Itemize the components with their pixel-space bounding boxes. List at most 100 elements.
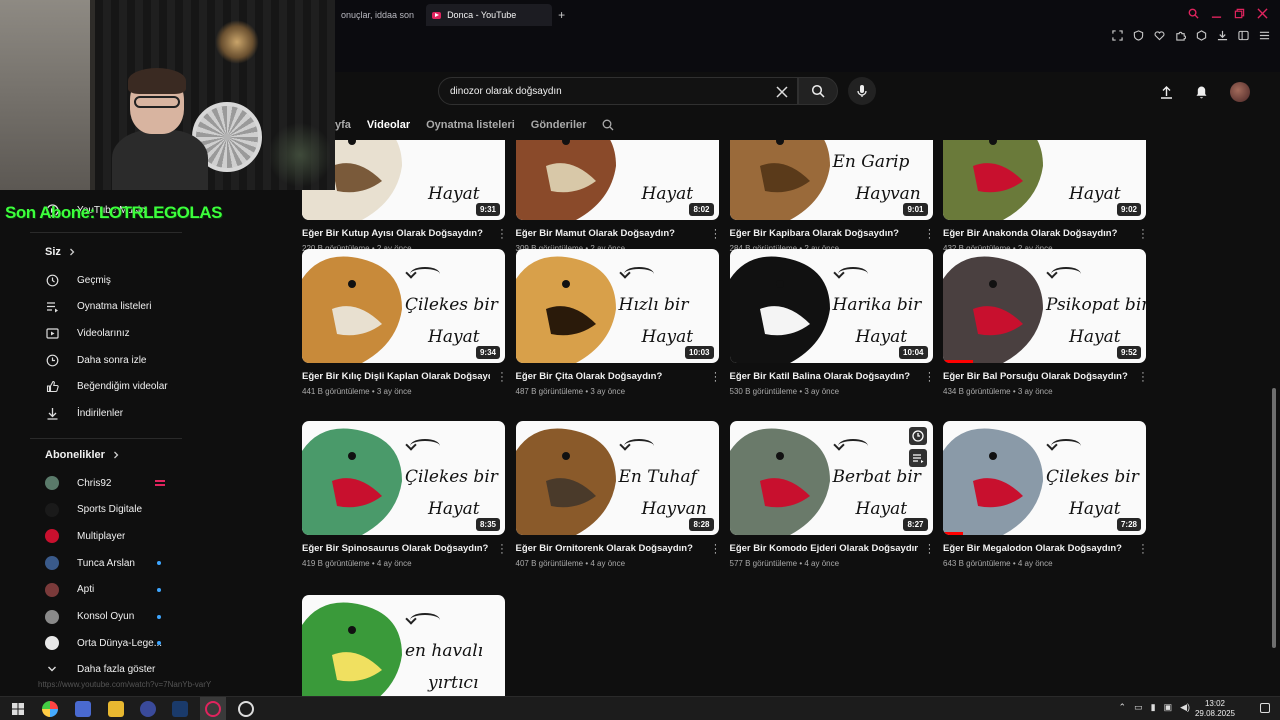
video-thumbnail[interactable]: Berbat bir Hayat 8:27: [729, 421, 933, 535]
account-avatar[interactable]: [1230, 82, 1250, 102]
add-to-queue-icon[interactable]: [908, 449, 927, 467]
video-thumbnail[interactable]: En Garip Hayvan 9:01: [729, 140, 933, 220]
video-card[interactable]: Çilekes bir Hayat 7:28 Eğer Bir Megalodon O…: [943, 421, 1146, 568]
tab-videos[interactable]: Videolar: [367, 119, 410, 131]
clear-search-icon[interactable]: [775, 85, 789, 99]
sidebar-subscription[interactable]: Chris92: [45, 473, 185, 493]
search-tabs-icon[interactable]: [1188, 8, 1199, 19]
sidebar-siz-header[interactable]: Siz: [45, 246, 76, 258]
calculator-icon[interactable]: [75, 701, 91, 717]
video-thumbnail[interactable]: Çilekes bir Hayat 8:35: [302, 421, 505, 535]
tray-network-icon[interactable]: ▣: [1164, 702, 1173, 713]
sidebar-item-download[interactable]: İndirilenler: [45, 404, 185, 424]
video-thumbnail[interactable]: en havalı yırtıcı: [302, 595, 505, 696]
video-thumbnail[interactable]: Hızlı bir Hayat 10:03: [515, 249, 719, 363]
browser-tab-youtube[interactable]: Donca - YouTube: [426, 4, 553, 26]
video-title[interactable]: Eğer Bir Bal Porsuğu Olarak Doğsaydın?: [943, 371, 1131, 382]
video-title[interactable]: Eğer Bir Komodo Ejderi Olarak Doğsaydın?: [730, 543, 918, 554]
minimize-icon[interactable]: [1211, 8, 1222, 19]
sidebar-show-more[interactable]: Daha fazla göster: [45, 659, 185, 679]
sidebar-subscription[interactable]: Tunca Arslan: [45, 553, 185, 573]
taskbar-clock[interactable]: 13:02 29.08.2025: [1190, 699, 1240, 719]
video-card[interactable]: Harika bir Hayat 10:04 Eğer Bir Katil Balin…: [729, 249, 935, 396]
sidebar-item-like[interactable]: Beğendiğim videolar: [45, 377, 185, 397]
video-card[interactable]: Çilekes bir Hayat 9:34 Eğer Bir Kılıç Dişli…: [302, 249, 505, 396]
watch-later-icon[interactable]: [908, 427, 927, 445]
sidebar-toggle-icon[interactable]: [1238, 30, 1249, 41]
video-title[interactable]: Eğer Bir Katil Balina Olarak Doğsaydın?: [730, 371, 918, 382]
sidebar-subscription[interactable]: Konsol Oyun: [45, 607, 185, 627]
video-card[interactable]: Çilekes bir Hayat 8:35 Eğer Bir Spinosaurus…: [302, 421, 505, 568]
obs-icon[interactable]: [238, 701, 254, 717]
video-card[interactable]: Psikopat bir Hayat 9:52 Eğer Bir Bal Porsuğ…: [943, 249, 1146, 396]
more-actions-icon[interactable]: · · ·: [1138, 368, 1148, 387]
voice-search-button[interactable]: [848, 77, 876, 105]
more-actions-icon[interactable]: · · ·: [497, 225, 507, 244]
copilot-icon[interactable]: [42, 701, 58, 717]
video-title[interactable]: Eğer Bir Ornitorenk Olarak Doğsaydın?: [516, 543, 704, 554]
video-title[interactable]: Eğer Bir Anakonda Olarak Doğsaydın?: [943, 228, 1131, 239]
more-actions-icon[interactable]: · · ·: [1138, 540, 1148, 559]
sidebar-subscription[interactable]: Orta Dünya-Lege...: [45, 633, 185, 653]
tab-playlists[interactable]: Oynatma listeleri: [426, 119, 515, 131]
browser-tab-sports[interactable]: onuçlar, iddaa son: [335, 4, 420, 26]
video-card[interactable]: En Garip Hayvan 9:01 Eğer Bir Kapibara Olar…: [729, 140, 935, 253]
video-title[interactable]: Eğer Bir Kapibara Olarak Doğsaydın?: [730, 228, 918, 239]
video-title[interactable]: Eğer Bir Kutup Ayısı Olarak Doğsaydın?: [302, 228, 490, 239]
sidebar-subscriptions-header[interactable]: Abonelikler: [45, 449, 120, 461]
download-icon[interactable]: [1217, 30, 1228, 41]
video-card[interactable]: Hayat 9:02 Eğer Bir Anakonda Olarak Doğsay…: [943, 140, 1146, 253]
video-title[interactable]: Eğer Bir Spinosaurus Olarak Doğsaydın?: [302, 543, 490, 554]
more-actions-icon[interactable]: · · ·: [925, 368, 935, 387]
video-title[interactable]: Eğer Bir Kılıç Dişli Kaplan Olarak Doğsa…: [302, 371, 490, 382]
sidebar-subscription[interactable]: Multiplayer: [45, 526, 185, 546]
file-explorer-icon[interactable]: [108, 701, 124, 717]
video-card[interactable]: Hızlı bir Hayat 10:03 Eğer Bir Çita Olarak …: [515, 249, 719, 396]
video-thumbnail[interactable]: Harika bir Hayat 10:04: [729, 249, 933, 363]
opera-gx-icon[interactable]: [205, 701, 221, 717]
windows-start-icon[interactable]: [10, 701, 26, 717]
scrollbar-thumb[interactable]: [1272, 388, 1276, 648]
extensions-icon[interactable]: [1175, 30, 1186, 41]
video-thumbnail[interactable]: En Tuhaf Hayvan 8:28: [515, 421, 719, 535]
restore-icon[interactable]: [1234, 8, 1245, 19]
sidebar-item-playlist[interactable]: Oynatma listeleri: [45, 297, 185, 317]
notifications-bell-icon[interactable]: [1195, 85, 1208, 99]
new-tab-button[interactable]: +: [558, 8, 565, 22]
video-card[interactable]: en havalı yırtıcı: [302, 595, 505, 696]
steam-icon[interactable]: [172, 701, 188, 717]
search-input[interactable]: dinozor olarak doğsaydın: [438, 77, 798, 105]
more-actions-icon[interactable]: · · ·: [711, 540, 721, 559]
tray-microphone-icon[interactable]: ▮: [1151, 702, 1156, 713]
more-actions-icon[interactable]: · · ·: [925, 540, 935, 559]
video-thumbnail[interactable]: Çilekes bir Hayat 9:34: [302, 249, 505, 363]
channel-search-icon[interactable]: [602, 119, 614, 131]
more-actions-icon[interactable]: · · ·: [497, 368, 507, 387]
video-thumbnail[interactable]: Hayat 9:02: [943, 140, 1146, 220]
sidebar-item-watch-later[interactable]: Daha sonra izle: [45, 350, 185, 370]
search-button[interactable]: [798, 77, 838, 105]
app-icon[interactable]: [140, 701, 156, 717]
more-actions-icon[interactable]: · · ·: [925, 225, 935, 244]
more-actions-icon[interactable]: · · ·: [711, 225, 721, 244]
video-card[interactable]: En Tuhaf Hayvan 8:28 Eğer Bir Ornitorenk Ol…: [515, 421, 721, 568]
sidebar-item-your-videos[interactable]: Videolarınız: [45, 323, 185, 343]
video-thumbnail[interactable]: Psikopat bir Hayat 9:52: [943, 249, 1146, 363]
video-title[interactable]: Eğer Bir Mamut Olarak Doğsaydın?: [516, 228, 704, 239]
tray-chevron-up-icon[interactable]: ⌃: [1119, 702, 1127, 713]
notification-icon[interactable]: [1260, 703, 1270, 713]
video-title[interactable]: Eğer Bir Megalodon Olarak Doğsaydın?: [943, 543, 1131, 554]
video-card[interactable]: Berbat bir Hayat 8:27 Eğer Bir Komodo Ejder…: [729, 421, 935, 568]
sidebar-subscription[interactable]: Sports Digitale: [45, 500, 185, 520]
close-window-icon[interactable]: [1257, 8, 1268, 19]
video-card[interactable]: Hayat 8:02 Eğer Bir Mamut Olarak Doğsaydın…: [515, 140, 721, 253]
video-title[interactable]: Eğer Bir Çita Olarak Doğsaydın?: [516, 371, 704, 382]
shield-icon[interactable]: [1133, 30, 1144, 41]
video-thumbnail[interactable]: Hayat 8:02: [515, 140, 719, 220]
tab-home[interactable]: yfa: [335, 119, 351, 131]
upload-icon[interactable]: [1160, 85, 1173, 99]
heart-icon[interactable]: [1154, 30, 1165, 41]
more-actions-icon[interactable]: · · ·: [1138, 225, 1148, 244]
sidebar-subscription[interactable]: Apti: [45, 580, 185, 600]
video-thumbnail[interactable]: Çilekes bir Hayat 7:28: [943, 421, 1146, 535]
